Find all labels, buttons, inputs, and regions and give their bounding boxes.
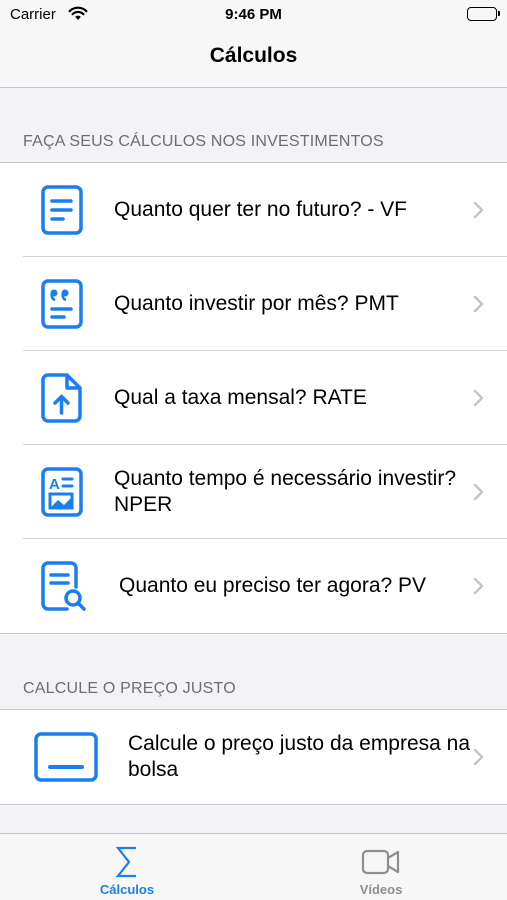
page-title: Cálculos	[209, 44, 298, 67]
list-item-preco-justo[interactable]: Calcule o preço justo da empresa na bols…	[0, 710, 507, 804]
investimentos-list: Quanto quer ter no futuro? - VF Quanto i…	[0, 162, 507, 634]
list-item-pmt[interactable]: Quanto investir por mês? PMT	[0, 257, 507, 351]
sigma-icon	[115, 846, 136, 878]
tab-videos[interactable]: Vídeos	[254, 834, 507, 900]
document-search-icon	[41, 561, 86, 611]
list-item-label: Quanto tempo é necessário investir? NPER	[114, 467, 457, 516]
image-text-document-icon: A	[41, 467, 83, 517]
status-bar: Carrier 9:46 PM	[0, 0, 507, 30]
list-item-label: Quanto investir por mês? PMT	[114, 292, 399, 315]
list-item-label: Qual a taxa mensal? RATE	[114, 386, 367, 409]
section-header-preco-justo: CALCULE O PREÇO JUSTO	[23, 680, 236, 697]
chevron-right-icon	[473, 483, 484, 501]
tab-bar: Cálculos Vídeos	[0, 833, 507, 900]
chevron-right-icon	[473, 577, 484, 595]
file-upload-icon	[41, 373, 82, 423]
list-item-label: Quanto quer ter no futuro? - VF	[114, 198, 407, 221]
status-time: 9:46 PM	[225, 6, 282, 23]
battery-icon	[467, 7, 500, 21]
chevron-right-icon	[473, 201, 484, 219]
quote-document-icon	[41, 279, 83, 329]
document-icon	[41, 185, 83, 235]
tab-label: Cálculos	[99, 882, 155, 897]
tab-label: Vídeos	[359, 882, 403, 897]
list-item-nper[interactable]: A Quanto tempo é necessário investir? NP…	[0, 445, 507, 539]
list-item-rate[interactable]: Qual a taxa mensal? RATE	[0, 351, 507, 445]
video-camera-icon	[361, 849, 400, 875]
screen-icon	[34, 732, 98, 782]
list-item-pv[interactable]: Quanto eu preciso ter agora? PV	[0, 539, 507, 633]
list-item-label: Calcule o preço justo da empresa na bols…	[128, 732, 471, 781]
chevron-right-icon	[473, 295, 484, 313]
list-item-vf[interactable]: Quanto quer ter no futuro? - VF	[0, 163, 507, 257]
chevron-right-icon	[473, 748, 484, 766]
preco-justo-list: Calcule o preço justo da empresa na bols…	[0, 709, 507, 805]
chevron-right-icon	[473, 389, 484, 407]
tab-calculos[interactable]: Cálculos	[0, 834, 254, 900]
svg-text:A: A	[49, 476, 60, 493]
section-header-investimentos: FAÇA SEUS CÁLCULOS NOS INVESTIMENTOS	[23, 133, 384, 150]
list-item-label: Quanto eu preciso ter agora? PV	[119, 574, 427, 597]
navigation-bar: Cálculos	[0, 30, 507, 88]
